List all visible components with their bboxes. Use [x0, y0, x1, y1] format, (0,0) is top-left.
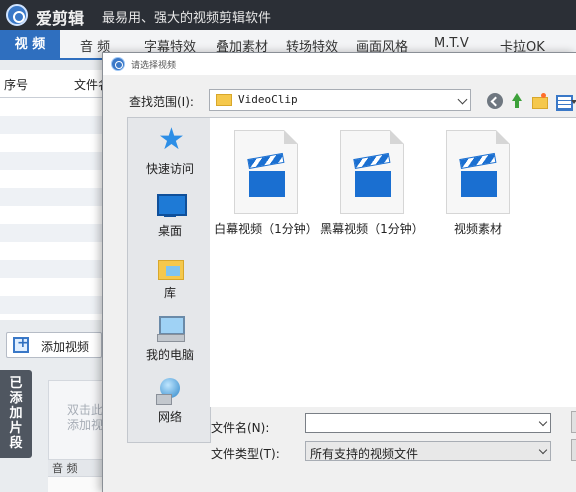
clapper-top: [459, 152, 497, 169]
added-clips-char: 加: [9, 406, 23, 421]
place-label: 快速访问: [145, 162, 194, 176]
clapperboard-icon: [247, 152, 285, 197]
added-clips-char: 添: [9, 391, 23, 406]
tab-mtv[interactable]: M.T.V: [434, 36, 469, 51]
cancel-button[interactable]: [571, 439, 576, 461]
file-name: 黑幕视频（1分钟）: [320, 222, 424, 236]
view-menu-icon[interactable]: [555, 93, 576, 111]
place-network[interactable]: 网络: [128, 370, 212, 430]
open-video-dialog: 请选择视频 查找范围(I): VideoClip 快速访问 桌面 库 我的电脑 …: [102, 52, 576, 492]
new-folder-icon[interactable]: [531, 93, 548, 109]
clapper-body: [249, 171, 285, 197]
place-label: 网络: [157, 410, 182, 424]
open-button[interactable]: [571, 411, 576, 433]
audio-track-area[interactable]: [48, 476, 108, 492]
place-label: 桌面: [157, 224, 182, 238]
filename-label: 文件名(N):: [211, 421, 270, 435]
look-in-dropdown[interactable]: VideoClip: [209, 89, 471, 111]
clapperboard-icon: [353, 152, 391, 197]
place-desktop[interactable]: 桌面: [128, 184, 212, 244]
chevron-down-icon: [538, 445, 548, 455]
back-icon[interactable]: [487, 93, 503, 109]
app-name: 爱剪辑: [36, 9, 85, 28]
dialog-title-bar: 请选择视频: [103, 53, 576, 75]
look-in-label: 查找范围(I):: [129, 95, 194, 109]
drop-hint: 双击此 添加视: [67, 403, 103, 433]
chevron-down-icon: [457, 94, 468, 105]
filename-input[interactable]: [305, 413, 551, 433]
video-table-rows[interactable]: [0, 98, 110, 320]
add-video-button[interactable]: 添加视频: [6, 332, 102, 358]
filetype-label: 文件类型(T):: [211, 447, 280, 461]
look-in-value: VideoClip: [238, 93, 298, 106]
up-folder-icon[interactable]: [509, 93, 525, 109]
place-quick-access[interactable]: 快速访问: [128, 122, 212, 182]
filetype-dropdown[interactable]: 所有支持的视频文件: [305, 441, 551, 461]
place-my-computer[interactable]: 我的电脑: [128, 308, 212, 368]
filetype-value: 所有支持的视频文件: [310, 447, 419, 461]
add-film-icon: [13, 335, 29, 353]
clapper-top: [247, 152, 285, 169]
title-bar: 爱剪辑 最易用、强大的视频剪辑软件: [0, 0, 576, 30]
folder-icon: [216, 94, 232, 106]
video-file-icon: [234, 130, 298, 214]
file-name: 白幕视频（1分钟）: [214, 222, 318, 236]
video-file-icon: [446, 130, 510, 214]
audio-track-label: 音 频: [52, 462, 78, 475]
tab-video[interactable]: 视 频: [0, 30, 60, 60]
added-clips-char: 片: [9, 421, 23, 436]
drop-hint-line: 添加视: [67, 418, 104, 432]
desktop-icon: [156, 190, 187, 218]
network-icon: [156, 376, 184, 405]
video-table-header: 序号 文件名: [0, 70, 110, 98]
clapper-body: [355, 171, 391, 197]
dialog-title: 请选择视频: [131, 61, 177, 71]
app-slogan: 最易用、强大的视频剪辑软件: [102, 11, 272, 26]
add-video-label: 添加视频: [41, 340, 90, 354]
computer-icon: [156, 314, 185, 342]
audio-track-header: 音 频: [48, 460, 108, 476]
file-list[interactable]: 白幕视频（1分钟） 黑幕视频（1分钟） 视频素材: [210, 117, 576, 407]
column-index[interactable]: 序号: [4, 76, 28, 93]
star-icon: [156, 122, 185, 157]
dialog-app-icon: [111, 57, 125, 71]
library-icon: [156, 252, 184, 280]
video-file-icon: [340, 130, 404, 214]
clapper-top: [353, 152, 391, 169]
clip-drop-area[interactable]: 双击此 添加视: [48, 380, 108, 460]
place-label: 我的电脑: [145, 348, 194, 362]
chevron-down-icon: [538, 417, 548, 427]
added-clips-tab[interactable]: 已 添 加 片 段: [0, 370, 32, 458]
drop-hint-line: 双击此: [67, 403, 104, 417]
place-library[interactable]: 库: [128, 246, 212, 306]
file-name: 视频素材: [453, 222, 502, 236]
places-bar: 快速访问 桌面 库 我的电脑 网络: [127, 117, 211, 443]
place-label: 库: [163, 286, 176, 300]
added-clips-char: 已: [9, 376, 23, 391]
clapper-body: [461, 171, 497, 197]
app-logo-icon: [6, 4, 28, 26]
added-clips-char: 段: [9, 436, 23, 451]
clapperboard-icon: [459, 152, 497, 197]
